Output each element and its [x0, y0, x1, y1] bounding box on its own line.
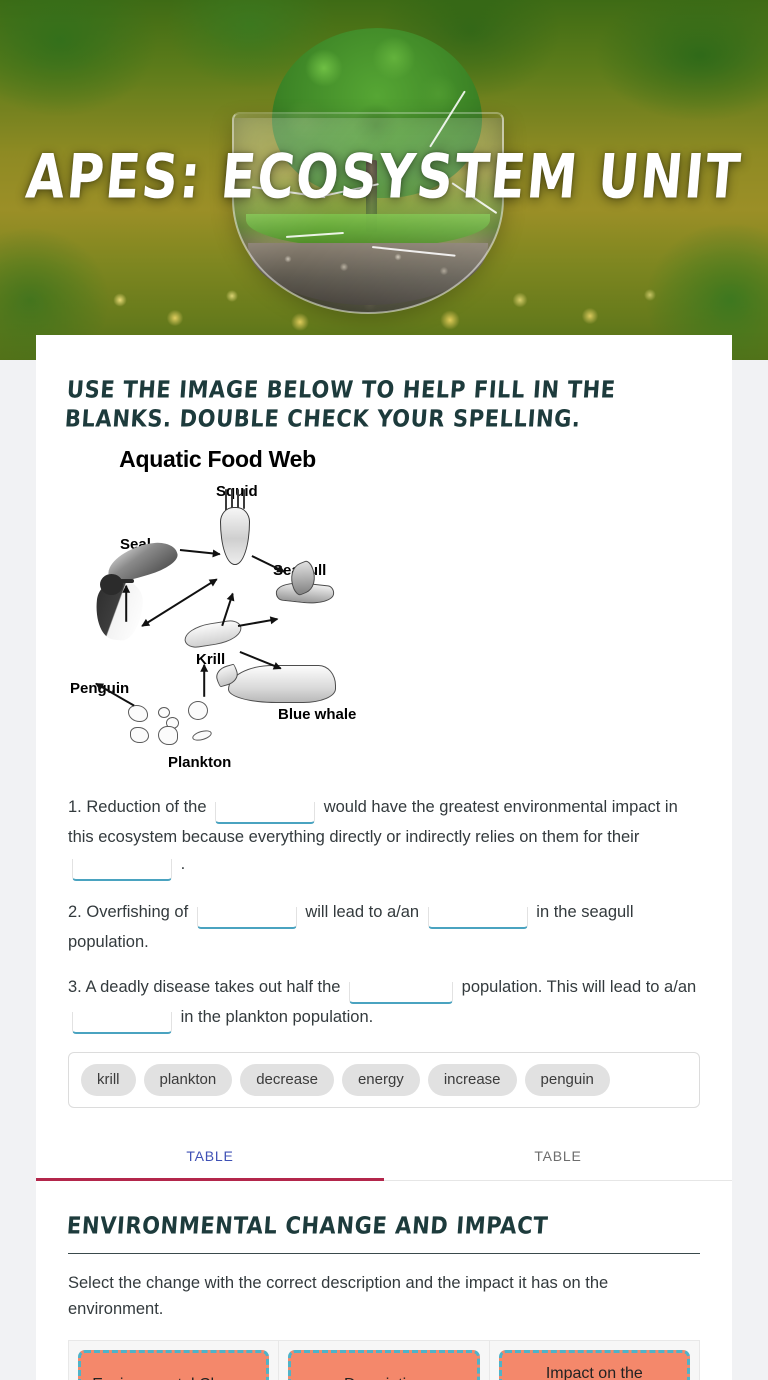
question-1-text-a: Reduction of the [86, 798, 207, 816]
question-1-blank-1[interactable] [215, 802, 316, 824]
diagram-label-bluewhale: Blue whale [278, 706, 357, 723]
question-3-blank-1[interactable] [349, 982, 454, 1004]
instruction-heading: Use the image below to help fill in the … [64, 376, 617, 433]
table-header-environmental-change[interactable]: Environmental Change [78, 1350, 270, 1380]
question-2-blank-1[interactable] [196, 907, 297, 929]
diagram-label-plankton: Plankton [168, 754, 232, 771]
worksheet-page: APES: Ecosystem Unit Use the image below… [0, 0, 768, 1380]
question-1-number: 1. [68, 798, 82, 816]
word-chip-decrease[interactable]: decrease [240, 1064, 334, 1096]
question-1-text-c: . [180, 855, 186, 873]
question-2: 2. Overfishing of will lead to a/an in t… [68, 899, 700, 956]
section-divider [68, 1253, 700, 1254]
arrow-penguin-to-seal [125, 585, 127, 622]
worksheet-card: Use the image below to help fill in the … [36, 335, 732, 1380]
question-2-text-a: Overfishing of [86, 903, 189, 921]
question-2-number: 2. [68, 903, 82, 921]
krill-illustration [182, 618, 244, 650]
tab-table-1[interactable]: Table [36, 1130, 384, 1181]
environmental-change-table: Environmental Change Description Impact … [67, 1340, 701, 1380]
question-3-text-c: in the plankton population. [180, 1008, 374, 1026]
hero-banner: APES: Ecosystem Unit [0, 0, 768, 360]
word-chip-energy[interactable]: energy [341, 1064, 420, 1096]
diagram-title: Aquatic Food Web [119, 446, 316, 472]
word-chip-penguin[interactable]: penguin [524, 1064, 610, 1096]
table-cell: Description [278, 1340, 490, 1380]
question-3-number: 3. [68, 978, 82, 996]
page-title: APES: Ecosystem Unit [23, 141, 745, 213]
blue-whale-illustration [213, 663, 336, 703]
seagull-illustration [275, 559, 335, 606]
tab-table-2[interactable]: Table [384, 1130, 732, 1180]
question-2-text-b: will lead to a/an [305, 903, 420, 921]
table-row-header: Environmental Change Description Impact … [67, 1340, 701, 1380]
plankton-illustration [126, 701, 236, 749]
lower-section-lead: Select the change with the correct descr… [68, 1274, 609, 1318]
squid-illustration [220, 489, 254, 567]
tab-bar: Table Table [36, 1130, 732, 1181]
arrow-plankton-to-krill [203, 664, 205, 697]
arrow-squid-to-seal [179, 549, 220, 555]
question-2-blank-2[interactable] [427, 907, 528, 929]
question-3-text-b: population. This will lead to a/an [461, 978, 697, 996]
penguin-illustration [92, 574, 146, 643]
arrow-seal-krill-link [141, 578, 218, 627]
word-chip-plankton[interactable]: plankton [143, 1064, 233, 1096]
table-header-description[interactable]: Description [288, 1350, 480, 1380]
table-cell: Environmental Change [67, 1340, 280, 1380]
arrow-krill-to-seagull [237, 618, 278, 627]
question-3-text-a: A deadly disease takes out half the [85, 978, 341, 996]
word-bank: krill plankton decrease energy increase … [68, 1052, 700, 1108]
aquatic-food-web-diagram: Aquatic Food Web Squid Seal Seagull Kril… [68, 443, 367, 776]
word-chip-increase[interactable]: increase [427, 1064, 517, 1096]
table-header-impact[interactable]: Impact on the Ecosystem [498, 1350, 690, 1380]
question-3-blank-2[interactable] [72, 1012, 172, 1034]
environmental-change-section: Environmental Change and Impact Select t… [66, 1181, 701, 1380]
lower-section-heading: Environmental Change and Impact [66, 1212, 550, 1239]
question-1-blank-2[interactable] [72, 859, 172, 881]
word-chip-krill[interactable]: krill [81, 1064, 136, 1096]
table-cell: Impact on the Ecosystem [488, 1340, 701, 1380]
seal-illustration [103, 536, 181, 586]
question-3: 3. A deadly disease takes out half the p… [68, 974, 700, 1034]
question-1: 1. Reduction of the would have the great… [68, 794, 700, 881]
